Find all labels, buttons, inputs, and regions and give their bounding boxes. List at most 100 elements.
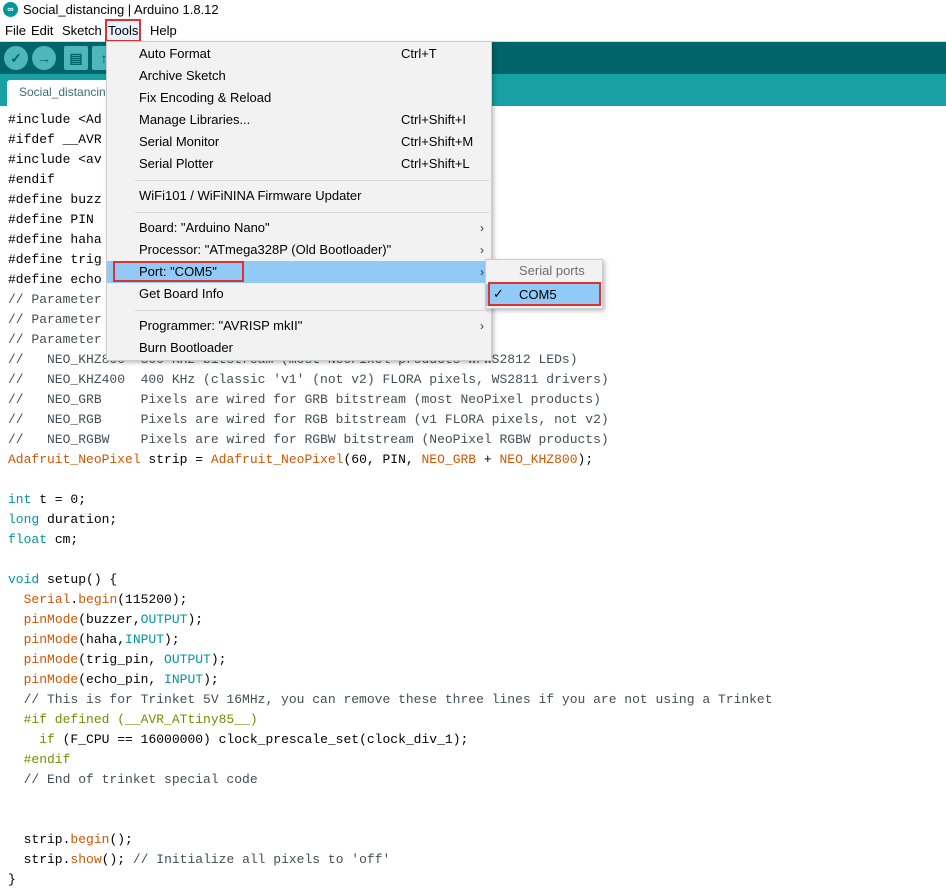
code-token: OUTPUT [164,652,211,667]
code-line: // Parameter [8,290,102,310]
menu-item-programmer[interactable]: Programmer: "AVRISP mkII" › [107,315,491,337]
port-highlight-annotation [113,261,244,282]
code-line: strip.begin(); [8,830,133,850]
code-token: (echo_pin, [78,672,165,687]
code-token: // NEO_RGB Pixels are wired for RGB bits… [8,412,609,427]
code-token: Adafruit_NeoPixel [8,452,141,467]
code-token: (buzzer, [78,612,141,627]
arduino-logo-icon: ∞ [3,2,18,17]
code-token: ); [203,672,219,687]
window-title: Social_distancing | Arduino 1.8.12 [23,2,219,17]
code-line: #define echo [8,270,102,290]
code-line: pinMode(haha,INPUT); [8,630,180,650]
code-token: // This is for Trinket 5V 16MHz, you can… [8,692,773,707]
menu-separator [135,212,489,213]
code-token: // Parameter [8,312,102,327]
code-token: #define trig [8,252,102,267]
title-bar: ∞ Social_distancing | Arduino 1.8.12 [0,0,946,20]
code-line: // NEO_RGBW Pixels are wired for RGBW bi… [8,430,609,450]
code-token: setup() { [39,572,118,587]
menu-item-get-board-info[interactable]: Get Board Info [107,283,491,305]
new-button[interactable]: ▤ [64,46,88,70]
code-token: #endif [8,752,71,767]
code-token: strip. [8,832,71,847]
menu-item-auto-format[interactable]: Auto Format Ctrl+T [107,43,491,65]
chevron-right-icon: › [480,265,484,279]
code-token: (60, PIN, [343,452,422,467]
code-token: #define echo [8,272,102,287]
code-token: // NEO_GRB Pixels are wired for GRB bits… [8,392,601,407]
code-token: // Parameter [8,332,102,347]
code-line: #ifdef __AVR [8,130,102,150]
code-line: void setup() { [8,570,117,590]
code-line: #define trig [8,250,102,270]
menu-item-board[interactable]: Board: "Arduino Nano" › [107,217,491,239]
code-token: duration; [39,512,118,527]
menu-bar: File Edit Sketch Tools Help [0,19,946,42]
code-token: #define haha [8,232,102,247]
menu-edit[interactable]: Edit [29,20,55,41]
code-line: #endif [8,750,71,770]
code-token: // NEO_RGBW Pixels are wired for RGBW bi… [8,432,609,447]
code-line: } [8,870,16,890]
menu-file[interactable]: File [3,20,28,41]
menu-item-serial-monitor[interactable]: Serial Monitor Ctrl+Shift+M [107,131,491,153]
menu-separator [135,310,489,311]
verify-button[interactable]: ✓ [4,46,28,70]
code-line: // NEO_KHZ400 400 KHz (classic 'v1' (not… [8,370,609,390]
menu-help[interactable]: Help [148,20,179,41]
code-line: pinMode(trig_pin, OUTPUT); [8,650,227,670]
code-token: show [70,852,102,867]
menu-separator [135,180,489,181]
code-token: // End of trinket special code [8,772,258,787]
code-token: (trig_pin, [78,652,165,667]
code-token: pinMode [23,652,79,667]
menu-tools[interactable]: Tools [104,19,142,42]
code-token: cm; [47,532,79,547]
code-line: #endif [8,170,55,190]
code-line: pinMode(buzzer,OUTPUT); [8,610,203,630]
code-token: pinMode [23,632,79,647]
submenu-header-serial-ports: Serial ports [519,263,585,278]
code-token: INPUT [125,632,165,647]
code-line: #include <Ad [8,110,102,130]
code-token: float [8,532,48,547]
code-token: #endif [8,172,55,187]
menu-sketch[interactable]: Sketch [60,20,104,41]
code-line: // NEO_GRB Pixels are wired for GRB bits… [8,390,601,410]
code-token: void [8,572,40,587]
code-token: ); [187,612,204,627]
chevron-right-icon: › [480,243,484,257]
checkmark-icon: ✓ [10,50,22,66]
code-line: pinMode(echo_pin, INPUT); [8,670,219,690]
menu-item-serial-plotter[interactable]: Serial Plotter Ctrl+Shift+L [107,153,491,175]
menu-item-manage-libraries[interactable]: Manage Libraries... Ctrl+Shift+I [107,109,491,131]
tab-sketch[interactable]: Social_distancing [7,80,117,106]
code-token: ); [577,452,594,467]
code-token: } [8,872,16,887]
code-token: strip = [140,452,211,467]
code-line: #include <av [8,150,102,170]
code-token: ); [164,632,180,647]
code-token: #define buzz [8,192,102,207]
upload-button[interactable]: → [32,46,56,70]
code-token: (115200); [117,592,188,607]
menu-item-burn-bootloader[interactable]: Burn Bootloader [107,337,491,359]
chevron-right-icon: › [480,319,484,333]
code-line: // Parameter [8,330,102,350]
code-token: // Initialize all pixels to 'off' [132,852,391,867]
menu-item-processor[interactable]: Processor: "ATmega328P (Old Bootloader)"… [107,239,491,261]
menu-item-wifi-firmware-updater[interactable]: WiFi101 / WiFiNINA Firmware Updater [107,185,491,207]
menu-item-fix-encoding[interactable]: Fix Encoding & Reload [107,87,491,109]
code-line: // End of trinket special code [8,770,258,790]
code-token: (F_CPU == 16000000) clock_prescale_set(c… [54,732,469,747]
code-token: strip. [8,852,71,867]
chevron-right-icon: › [480,221,484,235]
code-line: #define PIN [8,210,94,230]
code-token: // NEO_KHZ400 400 KHz (classic 'v1' (not… [8,372,609,387]
menu-item-archive-sketch[interactable]: Archive Sketch [107,65,491,87]
code-line: // This is for Trinket 5V 16MHz, you can… [8,690,773,710]
code-token: #define PIN [8,212,94,227]
code-line: int t = 0; [8,490,86,510]
